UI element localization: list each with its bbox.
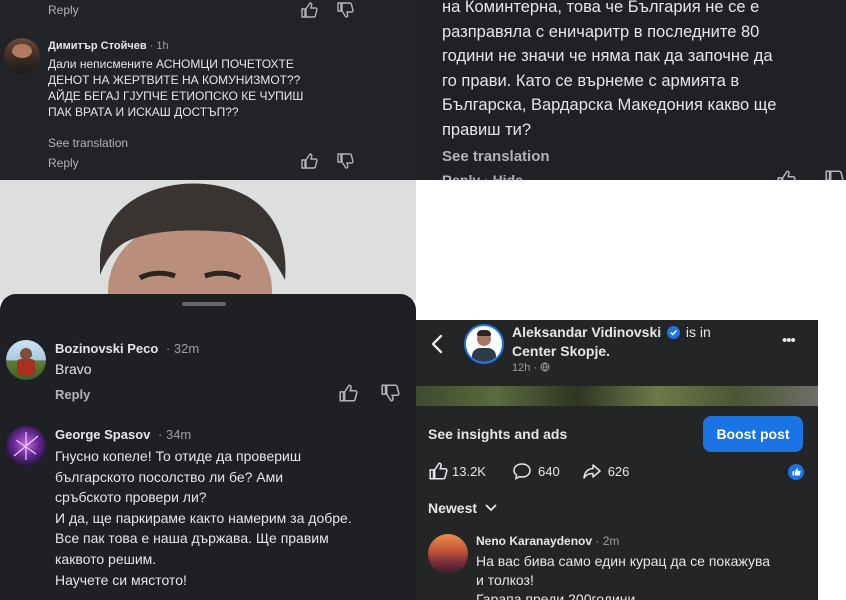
comment-author-line: Bozinovski Peco · 32m [55, 341, 200, 356]
comment-line: разправяла с еничаритр в последните 80 [442, 22, 760, 41]
comment-line: АЙДЕ БЕГАЈ ГЈУПЧЕ ЕТИОПСКО КЕ ЧУПИШ [48, 89, 304, 103]
share-icon[interactable] [582, 462, 602, 480]
comment-author-line: George Spasov · 34m [55, 427, 192, 442]
reply-link[interactable]: Reply [55, 387, 90, 402]
sort-label: Newest [428, 500, 478, 516]
verified-badge-icon [667, 326, 681, 339]
comment-author[interactable]: Bozinovski Peco [55, 341, 158, 356]
comment-text: Bravo [55, 361, 92, 377]
comment-author[interactable]: Димитър Стойчев [48, 40, 147, 52]
post-meta: 12h · [512, 362, 550, 374]
post-header-line: Aleksandar Vidinovski is in [512, 324, 711, 340]
comment-line: Гнусно копеле! То отиде да провериш [55, 448, 302, 464]
sheet-drag-handle[interactable] [182, 302, 226, 306]
see-insights-link[interactable]: See insights and ads [428, 426, 567, 442]
comment-line: И да, ще паркираме както намерим за добр… [55, 509, 352, 526]
comment-line: На вас бива само един курац да се покажу… [476, 553, 771, 569]
like-icon[interactable] [300, 153, 318, 169]
post-is-in: is in [685, 324, 711, 340]
avatar[interactable] [6, 340, 46, 380]
post-time: 12h · [512, 362, 538, 374]
comment-line: Дали неписмените АСНОМЦИ ПОЧЕТОХТЕ [48, 57, 294, 71]
like-icon[interactable] [776, 170, 796, 180]
like-count: 13.2K [452, 463, 486, 479]
dislike-icon[interactable] [336, 153, 354, 169]
comment-text: На вас бива само един курац да се покажу… [476, 552, 770, 600]
like-icon[interactable] [338, 384, 358, 402]
comment-time: · 1h [149, 40, 169, 52]
comment-author-line: Neno Karanaydenov · 2m [476, 534, 619, 548]
comment-time: 32m [173, 341, 200, 356]
like-icon[interactable] [428, 462, 448, 480]
comment-line: Гарапа преди 200години [476, 591, 636, 600]
comment-line: го прави. Като се върнеме с армията в [442, 71, 740, 90]
comment-line: Българска, Вардарска Македония какво ще [442, 96, 777, 114]
avatar[interactable] [4, 38, 40, 74]
see-translation-link[interactable]: See translation [442, 148, 550, 165]
comment-line: Научете си мястото! [55, 571, 187, 588]
comment-line: правиш ти? [442, 120, 532, 139]
comment-author-line: Димитър Стойчев · 1h [48, 40, 169, 52]
comment-line: Все пак това е наша държава. Ще правим [55, 530, 329, 547]
comment-line: години не значи че няма пак да започне д… [442, 47, 773, 65]
comment-line: на Коминтерна, това че България не се е [442, 0, 760, 16]
comment-author[interactable]: Neno Karanaydenov [476, 534, 592, 548]
reaction-like-icon[interactable] [788, 464, 804, 480]
comment-line: и толкоз! [476, 572, 534, 588]
comment-text: Гнусно копеле! То отиде да провериш бълг… [55, 446, 352, 590]
photo-person-image [0, 180, 416, 300]
comment-line: ПАК ВРАТА И ИСКАШ ДОСТЪП?? [48, 105, 239, 119]
chevron-down-icon [485, 504, 497, 512]
boost-post-button[interactable]: Boost post [703, 416, 803, 452]
see-translation-link[interactable]: See translation [48, 136, 128, 150]
avatar[interactable] [464, 324, 504, 364]
post-actions-row: 13.2K 640 626 [428, 462, 629, 480]
comments-sheet: Bozinovski Peco · 32m Bravo Reply George… [0, 294, 416, 600]
comment-icon[interactable] [512, 462, 532, 480]
dislike-icon[interactable] [336, 2, 354, 18]
avatar[interactable] [428, 534, 468, 574]
comment-line: българското посолство ли бе? Ами [55, 468, 284, 485]
post-image-strip [416, 386, 818, 406]
comment-line: сръбското провери ли? [55, 489, 207, 506]
dislike-icon[interactable] [824, 170, 844, 180]
comment-panel-top-left: Reply Димитър Стойчев · 1h Дали неписмен… [0, 0, 416, 180]
reply-link[interactable]: Reply [48, 3, 79, 17]
comment-panel-top-right: на Коминтерна, това че България не се е … [416, 0, 846, 180]
post-panel: Aleksandar Vidinovski is in Center Skopj… [416, 320, 818, 600]
comment-line: ДЕНОТ НА ЖЕРТВИТЕ НА КОМУНИЗМОТ?? [48, 73, 301, 87]
post-location[interactable]: Center Skopje. [512, 343, 610, 359]
comment-text: на Коминтерна, това че България не се е … [442, 0, 776, 142]
sort-dropdown[interactable]: Newest [428, 500, 497, 516]
more-options-button[interactable]: ••• [782, 332, 796, 349]
share-count: 626 [607, 463, 630, 479]
reply-hide-links[interactable]: Reply · Hide [442, 172, 523, 180]
post-author[interactable]: Aleksandar Vidinovski [512, 324, 661, 340]
reply-link[interactable]: Reply [48, 156, 79, 170]
comment-time: · 2m [595, 534, 620, 548]
back-arrow-icon[interactable] [430, 334, 444, 354]
like-icon[interactable] [300, 2, 318, 18]
comment-text: Дали неписмените АСНОМЦИ ПОЧЕТОХТЕ ДЕНОТ… [48, 56, 303, 120]
comment-count: 640 [537, 463, 560, 479]
comment-author[interactable]: George Spasov [55, 427, 150, 442]
post-photo [0, 180, 416, 300]
dislike-icon[interactable] [380, 384, 400, 402]
comment-time: 34m [165, 427, 192, 442]
comment-line: каквото решим. [55, 550, 157, 567]
avatar[interactable] [6, 426, 46, 466]
globe-icon [540, 362, 550, 372]
